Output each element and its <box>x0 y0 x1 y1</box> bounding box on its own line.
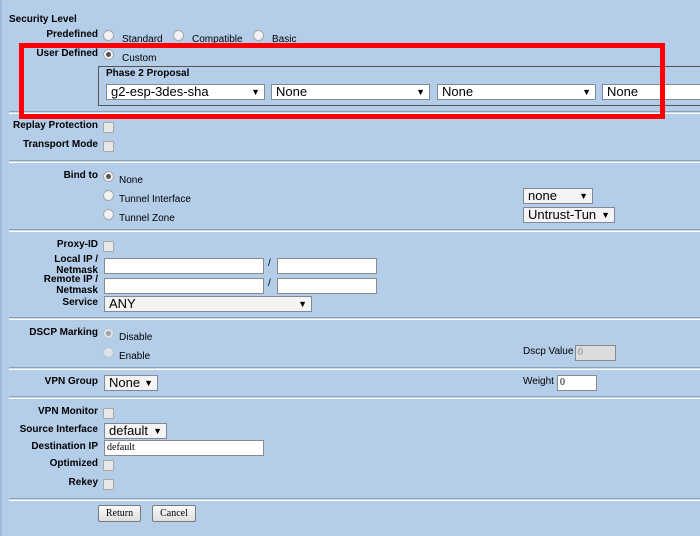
chevron-down-icon: ▼ <box>144 378 153 388</box>
return-button[interactable]: Return <box>98 505 141 522</box>
dscp-value-input[interactable]: 0 <box>575 345 616 361</box>
tunnel-interface-select[interactable]: none ▼ <box>523 188 593 204</box>
local-ip-label-line1: Local IP / <box>54 254 98 265</box>
radio-compatible[interactable] <box>173 30 184 41</box>
replay-protection-label: Replay Protection <box>12 120 98 131</box>
proxy-id-checkbox[interactable] <box>103 241 114 252</box>
vpn-monitor-label: VPN Monitor <box>38 406 98 417</box>
dscp-disable-label: Disable <box>119 332 153 343</box>
optimized-label: Optimized <box>49 458 98 469</box>
local-ip-input[interactable] <box>104 258 264 274</box>
security-level-title: Security Level <box>9 14 77 25</box>
divider <box>9 396 700 399</box>
source-interface-select[interactable]: default ▼ <box>104 423 167 439</box>
local-netmask-input[interactable] <box>277 258 377 274</box>
chevron-down-icon: ▼ <box>298 299 307 309</box>
dscp-value-label: Dscp Value <box>523 346 574 357</box>
weight-input[interactable]: 0 <box>557 375 597 391</box>
radio-standard[interactable] <box>103 30 114 41</box>
remote-ip-slash: / <box>268 278 271 289</box>
dscp-enable-label: Enable <box>119 351 151 362</box>
replay-protection-checkbox[interactable] <box>103 122 114 133</box>
optimized-checkbox[interactable] <box>103 460 114 471</box>
local-ip-slash: / <box>268 258 271 269</box>
destination-ip-label: Destination IP <box>31 441 98 452</box>
radio-dscp-disable[interactable] <box>103 328 114 339</box>
radio-bind-tunnel-zone[interactable] <box>103 209 114 220</box>
dscp-marking-label: DSCP Marking <box>29 327 98 338</box>
bind-to-label: Bind to <box>63 170 98 181</box>
service-select[interactable]: ANY ▼ <box>104 296 312 312</box>
chevron-down-icon: ▼ <box>153 426 162 436</box>
transport-mode-checkbox[interactable] <box>103 141 114 152</box>
chevron-down-icon: ▼ <box>601 210 610 220</box>
tunnel-zone-value: Untrust-Tun <box>528 207 597 222</box>
chevron-down-icon: ▼ <box>579 191 588 201</box>
remote-ip-label-line2: Netmask <box>56 285 98 296</box>
destination-ip-input[interactable]: default <box>104 440 264 456</box>
rekey-checkbox[interactable] <box>103 479 114 490</box>
remote-ip-input[interactable] <box>104 278 264 294</box>
radio-bind-none[interactable] <box>103 171 114 182</box>
vpn-monitor-checkbox[interactable] <box>103 408 114 419</box>
divider <box>9 317 700 320</box>
service-label: Service <box>62 297 98 308</box>
local-ip-label: Local IP / Netmask <box>4 254 98 276</box>
cancel-button[interactable]: Cancel <box>152 505 196 522</box>
source-interface-value: default <box>109 423 149 438</box>
remote-ip-label-line1: Remote IP / <box>43 274 98 285</box>
radio-basic[interactable] <box>253 30 264 41</box>
tunnel-interface-value: none <box>528 188 557 203</box>
bind-tunnel-zone-label: Tunnel Zone <box>119 213 175 224</box>
proxy-id-label: Proxy-ID <box>56 239 98 250</box>
radio-dscp-enable[interactable] <box>103 347 114 358</box>
divider <box>9 229 700 232</box>
vpn-group-value: None <box>109 375 141 390</box>
tunnel-zone-select[interactable]: Untrust-Tun ▼ <box>523 207 615 223</box>
weight-label: Weight <box>523 376 554 387</box>
rekey-label: Rekey <box>68 477 98 488</box>
remote-ip-label: Remote IP / Netmask <box>4 274 98 296</box>
radio-bind-tunnel-interface[interactable] <box>103 190 114 201</box>
source-interface-label: Source Interface <box>19 424 98 435</box>
divider <box>9 367 700 370</box>
vpn-group-label: VPN Group <box>44 376 98 387</box>
divider <box>9 498 700 501</box>
service-value: ANY <box>109 296 136 311</box>
remote-netmask-input[interactable] <box>277 278 377 294</box>
vpn-group-select[interactable]: None ▼ <box>104 375 158 391</box>
bind-tunnel-interface-label: Tunnel Interface <box>119 194 191 205</box>
highlight-box <box>19 43 665 119</box>
transport-mode-label: Transport Mode <box>22 139 98 150</box>
vpn-autokey-advanced-page: Security Level Predefined Standard Compa… <box>0 0 700 536</box>
divider <box>9 160 700 163</box>
bind-none-label: None <box>119 175 143 186</box>
predefined-label: Predefined <box>46 29 98 40</box>
